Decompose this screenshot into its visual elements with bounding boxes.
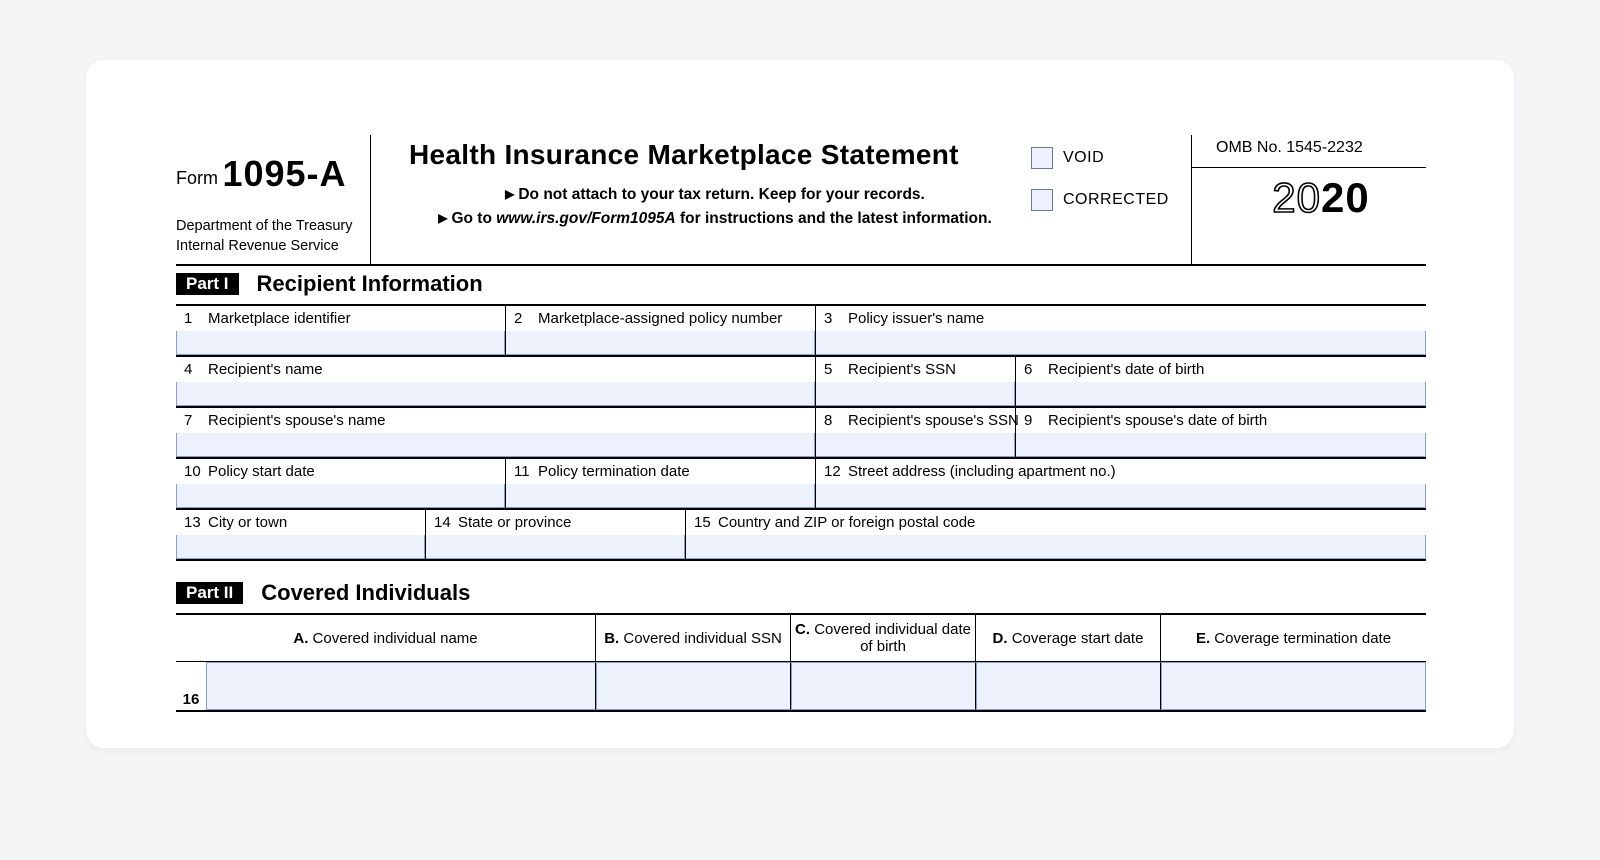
col-c: C. Covered individual date of birth: [791, 615, 976, 661]
triangle-icon: ▶: [438, 211, 447, 225]
note-2-link: www.irs.gov/Form1095A: [496, 210, 675, 227]
void-checkbox[interactable]: [1031, 147, 1053, 169]
dept-line-1: Department of the Treasury: [176, 217, 370, 237]
tax-year: 2020: [1216, 174, 1426, 222]
row-16: 16: [176, 662, 1426, 712]
input-16-end[interactable]: [1161, 662, 1426, 710]
input-spouse-ssn[interactable]: [816, 433, 1015, 457]
col-a: A. Covered individual name: [176, 615, 596, 661]
field-2: 2Marketplace-assigned policy number: [506, 306, 816, 355]
col-b: B. Covered individual SSN: [596, 615, 791, 661]
field-13: 13City or town: [176, 510, 426, 559]
void-corrected-block: VOID CORRECTED: [1031, 135, 1191, 264]
part-2-banner: Part II Covered Individuals: [176, 575, 1426, 615]
input-recipient-name[interactable]: [176, 382, 815, 406]
row-16-number: 16: [176, 662, 206, 710]
omb-number: OMB No. 1545-2232: [1216, 139, 1426, 157]
input-16-name[interactable]: [206, 662, 596, 710]
field-9: 9Recipient's spouse's date of birth: [1016, 408, 1426, 457]
field-14: 14State or province: [426, 510, 686, 559]
col-e: E. Coverage termination date: [1161, 615, 1426, 661]
input-16-dob[interactable]: [791, 662, 976, 710]
dept-line-2: Internal Revenue Service: [176, 237, 370, 257]
form-header: Form 1095-A Department of the Treasury I…: [176, 135, 1426, 266]
part-2-tag: Part II: [176, 582, 243, 604]
field-5: 5Recipient's SSN: [816, 357, 1016, 406]
form-number: 1095-A: [222, 153, 346, 194]
row-1-2-3: 1Marketplace identifier 2Marketplace-ass…: [176, 306, 1426, 357]
row-4-5-6: 4Recipient's name 5Recipient's SSN 6Reci…: [176, 357, 1426, 408]
input-country-zip[interactable]: [686, 535, 1426, 559]
input-policy-issuer[interactable]: [816, 331, 1426, 355]
part-1-banner: Part I Recipient Information: [176, 266, 1426, 306]
form-1095a: Form 1095-A Department of the Treasury I…: [176, 135, 1426, 712]
note-2-post: for instructions and the latest informat…: [676, 210, 992, 227]
input-policy-start[interactable]: [176, 484, 505, 508]
field-1: 1Marketplace identifier: [176, 306, 506, 355]
input-policy-end[interactable]: [506, 484, 815, 508]
part-2-title: Covered Individuals: [261, 580, 470, 606]
field-15: 15Country and ZIP or foreign postal code: [686, 510, 1426, 559]
field-6: 6Recipient's date of birth: [1016, 357, 1426, 406]
row-13-14-15: 13City or town 14State or province 15Cou…: [176, 510, 1426, 561]
form-title: Health Insurance Marketplace Statement: [409, 139, 1021, 171]
corrected-label: CORRECTED: [1063, 191, 1169, 209]
input-city[interactable]: [176, 535, 425, 559]
field-3: 3Policy issuer's name: [816, 306, 1426, 355]
input-spouse-name[interactable]: [176, 433, 815, 457]
row-10-11-12: 10Policy start date 11Policy termination…: [176, 459, 1426, 510]
note-2-pre: Go to: [451, 210, 496, 227]
input-spouse-dob[interactable]: [1016, 433, 1426, 457]
field-11: 11Policy termination date: [506, 459, 816, 508]
field-4: 4Recipient's name: [176, 357, 816, 406]
field-7: 7Recipient's spouse's name: [176, 408, 816, 457]
corrected-checkbox[interactable]: [1031, 189, 1053, 211]
document-card: Form 1095-A Department of the Treasury I…: [86, 60, 1514, 748]
input-recipient-ssn[interactable]: [816, 382, 1015, 406]
input-recipient-dob[interactable]: [1016, 382, 1426, 406]
row-7-8-9: 7Recipient's spouse's name 8Recipient's …: [176, 408, 1426, 459]
part-1-tag: Part I: [176, 273, 239, 295]
input-16-start[interactable]: [976, 662, 1161, 710]
part-2-columns: A. Covered individual name B. Covered in…: [176, 615, 1426, 662]
field-10: 10Policy start date: [176, 459, 506, 508]
omb-year-block: OMB No. 1545-2232 2020: [1191, 135, 1426, 264]
form-word: Form: [176, 168, 218, 188]
triangle-icon: ▶: [505, 187, 514, 201]
form-title-block: Health Insurance Marketplace Statement ▶…: [371, 135, 1031, 264]
input-16-ssn[interactable]: [596, 662, 791, 710]
part-1-title: Recipient Information: [257, 271, 483, 297]
input-policy-number[interactable]: [506, 331, 815, 355]
form-id-block: Form 1095-A Department of the Treasury I…: [176, 135, 371, 264]
field-12: 12Street address (including apartment no…: [816, 459, 1426, 508]
input-street-address[interactable]: [816, 484, 1426, 508]
note-1: Do not attach to your tax return. Keep f…: [518, 186, 925, 203]
input-state[interactable]: [426, 535, 685, 559]
col-d: D. Coverage start date: [976, 615, 1161, 661]
void-label: VOID: [1063, 149, 1104, 167]
input-marketplace-identifier[interactable]: [176, 331, 505, 355]
field-8: 8Recipient's spouse's SSN: [816, 408, 1016, 457]
